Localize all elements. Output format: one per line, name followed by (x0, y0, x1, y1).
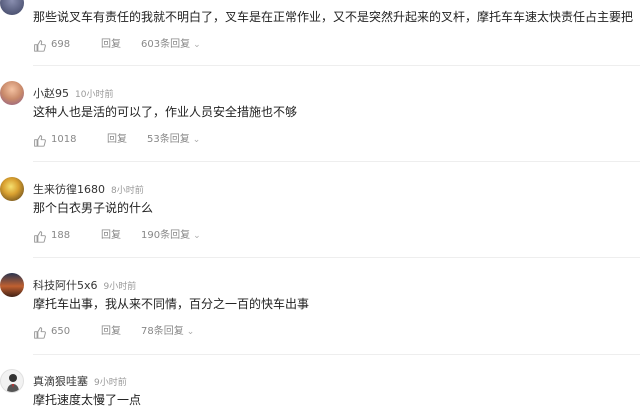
timestamp: 10小时前 (75, 90, 114, 100)
like-count: 188 (51, 230, 71, 241)
view-replies-button[interactable]: 78条回复 ⌄ (141, 324, 194, 340)
thumbs-up-icon (34, 39, 46, 52)
thumbs-up-icon (34, 134, 46, 147)
replies-count: 190条回复 (141, 230, 191, 241)
comment-text: 这种人也是活的可以了，作业人员安全措施也不够 (33, 105, 298, 119)
chevron-down-icon: ⌄ (193, 231, 201, 241)
like-button[interactable]: 698 (33, 37, 70, 53)
timestamp: 9小时前 (94, 378, 127, 388)
avatar[interactable] (0, 177, 24, 201)
reply-button[interactable]: 回复 (101, 324, 121, 340)
avatar[interactable] (0, 81, 24, 105)
view-replies-button[interactable]: 603条回复 ⌄ (141, 37, 201, 53)
chevron-down-icon: ⌄ (186, 327, 195, 337)
comment-meta: 生来彷徨1680 8小时前 (33, 178, 144, 196)
like-count: 698 (51, 39, 71, 50)
username[interactable]: 科技阿什5x6 (33, 279, 98, 292)
chevron-down-icon: ⌄ (192, 135, 201, 145)
comment-text: 那个白衣男子说的什么 (33, 201, 154, 215)
view-replies-button[interactable]: 53条回复 ⌄ (147, 132, 200, 148)
reply-button[interactable]: 回复 (101, 228, 121, 244)
replies-count: 603条回复 (141, 39, 191, 50)
thumbs-up-icon (34, 326, 46, 339)
username[interactable]: 生来彷徨1680 (33, 183, 105, 196)
comment-meta: 真滴狠哇塞 9小时前 (33, 370, 127, 388)
timestamp: 9小时前 (103, 282, 137, 292)
like-count: 650 (51, 326, 71, 337)
like-button[interactable]: 1018 (33, 132, 76, 148)
avatar[interactable] (0, 0, 24, 15)
comment-item: 那些说叉车有责任的我就不明白了，叉车是在正常作业，又不是突然升起来的叉杆，摩托车… (0, 0, 640, 66)
comment-meta: 科技阿什5x6 9小时前 (33, 274, 136, 292)
comment-text: 摩托车出事，我从来不同情，百分之一百的快车出事 (33, 297, 310, 311)
replies-count: 53条回复 (147, 134, 190, 145)
username[interactable]: 真滴狠哇塞 (33, 375, 88, 388)
reply-button[interactable]: 回复 (101, 37, 121, 53)
comment-item: 真滴狠哇塞 9小时前 摩托速度太慢了一点 (0, 355, 640, 417)
like-button[interactable]: 188 (33, 228, 70, 244)
like-count: 1018 (51, 134, 77, 145)
avatar[interactable] (0, 273, 24, 297)
view-replies-button[interactable]: 190条回复 ⌄ (141, 228, 201, 244)
replies-count: 78条回复 (141, 326, 184, 337)
avatar[interactable] (0, 369, 24, 393)
person-figure-icon (7, 374, 19, 392)
thumbs-up-icon (34, 230, 46, 243)
chevron-down-icon: ⌄ (193, 40, 201, 50)
comment-item: 生来彷徨1680 8小时前 那个白衣男子说的什么 188 回复 190条回复 ⌄ (0, 162, 640, 258)
timestamp: 8小时前 (111, 186, 144, 196)
comment-meta: 小赵95 10小时前 (33, 82, 113, 100)
comment-text: 摩托速度太慢了一点 (33, 393, 142, 407)
username[interactable]: 小赵95 (33, 87, 69, 100)
comment-text: 那些说叉车有责任的我就不明白了，叉车是在正常作业，又不是突然升起来的叉杆，摩托车… (33, 10, 634, 24)
comment-item: 科技阿什5x6 9小时前 摩托车出事，我从来不同情，百分之一百的快车出事 650 … (0, 258, 640, 355)
comment-item: 小赵95 10小时前 这种人也是活的可以了，作业人员安全措施也不够 1018 回复… (0, 66, 640, 162)
reply-button[interactable]: 回复 (107, 132, 127, 148)
like-button[interactable]: 650 (33, 324, 70, 340)
